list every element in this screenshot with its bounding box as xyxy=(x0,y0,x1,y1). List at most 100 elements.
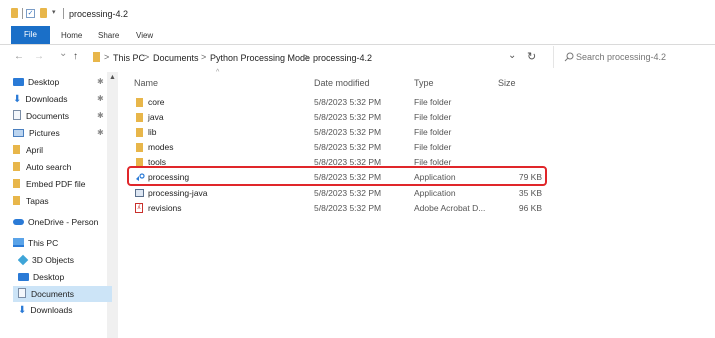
sidebar-item-downloads[interactable]: ⬇ Downloads ✱ xyxy=(13,91,119,107)
file-row[interactable]: tools 5/8/2023 5:32 PM File folder xyxy=(132,156,547,166)
window-title: processing-4.2 xyxy=(69,9,129,19)
pin-icon: ✱ xyxy=(97,111,104,120)
sort-ascending-icon: ^ xyxy=(216,69,220,76)
pictures-icon xyxy=(13,129,24,137)
file-name: modes xyxy=(148,142,174,152)
desktop-icon xyxy=(13,78,24,86)
tab-file[interactable]: File xyxy=(11,26,50,44)
folder-icon xyxy=(136,113,143,122)
sidebar-item-pictures[interactable]: Pictures ✱ xyxy=(13,125,119,141)
search-input[interactable] xyxy=(576,49,708,64)
breadcrumb-documents[interactable]: Documents xyxy=(153,53,199,63)
file-date: 5/8/2023 5:32 PM xyxy=(314,112,382,122)
file-row[interactable]: processing-java 5/8/2023 5:32 PM Applica… xyxy=(132,187,547,200)
sidebar-item-label: Tapas xyxy=(26,196,49,206)
sidebar-item-label: April xyxy=(26,145,44,155)
file-name: lib xyxy=(148,127,157,137)
title-bar: ✓ ▾ processing-4.2 xyxy=(0,0,715,26)
sidebar-item-desktop-pc[interactable]: Desktop xyxy=(18,269,118,285)
folder-icon xyxy=(13,145,20,154)
tab-share[interactable]: Share xyxy=(98,31,119,40)
file-type: File folder xyxy=(414,127,452,137)
search-box[interactable] xyxy=(553,46,714,68)
up-button[interactable]: ↑ xyxy=(73,51,78,62)
console-app-icon xyxy=(135,189,144,197)
sidebar-item-label: OneDrive - Person xyxy=(28,217,99,227)
file-row[interactable]: modes 5/8/2023 5:32 PM File folder xyxy=(132,141,547,154)
chevron-right-icon[interactable]: > xyxy=(144,52,149,62)
sidebar-item-tapas[interactable]: Tapas xyxy=(13,193,119,209)
sidebar-item-documents[interactable]: Documents ✱ xyxy=(13,108,119,124)
file-size: 35 KB xyxy=(518,188,542,198)
column-header-type[interactable]: Type xyxy=(414,78,434,88)
file-row[interactable]: core 5/8/2023 5:32 PM File folder xyxy=(132,96,547,109)
chevron-right-icon[interactable]: > xyxy=(304,52,309,62)
file-name: revisions xyxy=(148,203,182,213)
tab-home[interactable]: Home xyxy=(61,31,82,40)
column-header-name[interactable]: Name xyxy=(134,78,158,88)
file-date: 5/8/2023 5:32 PM xyxy=(314,142,382,152)
refresh-button[interactable]: ↻ xyxy=(527,50,536,63)
tab-view[interactable]: View xyxy=(136,31,153,40)
folder-icon xyxy=(13,179,20,188)
file-type: File folder xyxy=(414,157,452,166)
3d-objects-icon xyxy=(18,254,29,266)
sidebar-item-onedrive[interactable]: OneDrive - Person xyxy=(13,214,119,230)
breadcrumb-python-processing-mode[interactable]: Python Processing Mode xyxy=(210,53,310,63)
forward-button[interactable]: → xyxy=(34,51,44,62)
file-name: tools xyxy=(148,157,166,166)
download-icon: ⬇ xyxy=(13,94,22,105)
address-dropdown-button[interactable]: ⌄ xyxy=(508,50,516,61)
sidebar-item-desktop[interactable]: Desktop ✱ xyxy=(13,74,119,90)
sidebar-item-label: Pictures xyxy=(29,128,60,138)
sidebar-item-label: Documents xyxy=(26,111,69,121)
separator xyxy=(63,8,64,19)
documents-icon xyxy=(18,288,26,298)
sidebar-item-documents-pc[interactable]: Documents xyxy=(13,286,112,302)
customize-toolbar-icon[interactable]: ▾ xyxy=(52,8,56,16)
sidebar-item-3d-objects[interactable]: 3D Objects xyxy=(18,252,118,268)
sidebar-item-label: Auto search xyxy=(26,162,72,172)
file-row[interactable]: ʎ revisions 5/8/2023 5:32 PM Adobe Acrob… xyxy=(132,202,547,215)
column-header-size[interactable]: Size xyxy=(498,78,516,88)
pin-icon: ✱ xyxy=(97,94,104,103)
sidebar-item-label: Downloads xyxy=(30,305,73,315)
sidebar-item-april[interactable]: April xyxy=(13,142,119,158)
sidebar-item-label: Documents xyxy=(31,289,74,299)
sidebar-item-downloads-pc[interactable]: ⬇ Downloads xyxy=(18,302,107,316)
file-row[interactable]: java 5/8/2023 5:32 PM File folder xyxy=(132,111,547,124)
sidebar-item-auto-search[interactable]: Auto search xyxy=(13,159,119,175)
separator xyxy=(22,8,23,19)
folder-icon xyxy=(136,158,143,166)
file-date: 5/8/2023 5:32 PM xyxy=(314,157,382,166)
column-header-date[interactable]: Date modified xyxy=(314,78,370,88)
sidebar-item-label: Desktop xyxy=(28,77,60,87)
documents-icon xyxy=(13,110,21,120)
properties-icon[interactable]: ✓ xyxy=(26,9,35,18)
file-date: 5/8/2023 5:32 PM xyxy=(314,203,382,213)
file-name: core xyxy=(148,97,165,107)
file-row[interactable]: lib 5/8/2023 5:32 PM File folder xyxy=(132,126,547,139)
sidebar-item-this-pc[interactable]: This PC xyxy=(13,235,119,251)
sidebar-item-label: Embed PDF file xyxy=(26,179,86,189)
highlight-annotation-box xyxy=(127,166,547,186)
file-date: 5/8/2023 5:32 PM xyxy=(314,127,382,137)
folder-icon xyxy=(13,196,20,205)
new-folder-icon[interactable] xyxy=(40,8,47,18)
breadcrumb-this-pc[interactable]: This PC xyxy=(113,53,145,63)
chevron-right-icon[interactable]: > xyxy=(104,52,109,62)
folder-icon xyxy=(93,52,100,62)
download-icon: ⬇ xyxy=(18,305,27,316)
recent-locations-button[interactable]: ⌄ xyxy=(59,48,67,59)
sidebar-item-label: Desktop xyxy=(33,272,65,282)
file-name: java xyxy=(148,112,164,122)
file-type: File folder xyxy=(414,112,452,122)
pin-icon: ✱ xyxy=(97,77,104,86)
chevron-right-icon[interactable]: > xyxy=(201,52,206,62)
file-type: File folder xyxy=(414,97,452,107)
folder-icon xyxy=(136,143,143,152)
back-button[interactable]: ← xyxy=(14,51,24,62)
file-type: Adobe Acrobat D... xyxy=(414,203,486,213)
breadcrumb-processing-4-2[interactable]: processing-4.2 xyxy=(313,53,372,63)
sidebar-item-embed-pdf-file[interactable]: Embed PDF file xyxy=(13,176,119,192)
